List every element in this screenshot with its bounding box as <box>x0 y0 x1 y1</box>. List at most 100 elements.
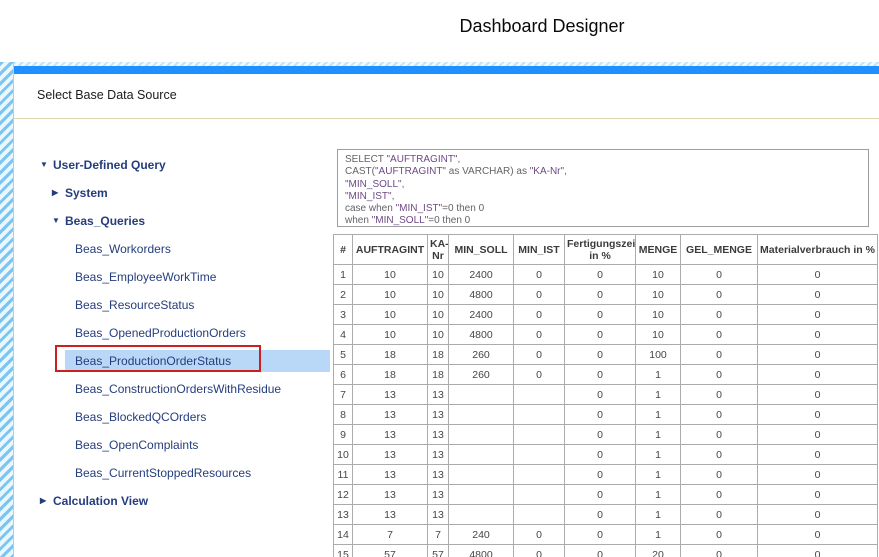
table-cell: 0 <box>514 365 565 385</box>
table-row: 110102400001000 <box>334 265 878 285</box>
sql-line: "MIN_IST", <box>345 191 861 203</box>
table-cell: 0 <box>758 405 878 425</box>
table-cell: 0 <box>565 305 636 325</box>
tree-item-beas-currentstoppedresources[interactable]: Beas_CurrentStoppedResources <box>36 459 336 487</box>
table-cell: 0 <box>681 505 758 525</box>
table-cell: 0 <box>758 265 878 285</box>
table-cell: 15 <box>334 545 353 557</box>
table-row: 6181826000100 <box>334 365 878 385</box>
table-cell: 13 <box>428 425 449 445</box>
table-cell: 57 <box>353 545 428 557</box>
chevron-down-icon[interactable]: ▼ <box>52 217 65 225</box>
table-cell: 0 <box>758 485 878 505</box>
table-cell: 13 <box>353 385 428 405</box>
page-title: Dashboard Designer <box>205 16 879 37</box>
tree-item-beas-productionorderstatus[interactable]: Beas_ProductionOrderStatus <box>36 347 336 375</box>
column-header-ka-nr: KA-Nr <box>428 235 449 265</box>
panel-heading: Select Base Data Source <box>37 88 177 102</box>
table-cell: 0 <box>758 345 878 365</box>
tree-item-system[interactable]: ▶System <box>36 179 336 207</box>
table-cell: 7 <box>428 525 449 545</box>
table-cell: 10 <box>353 325 428 345</box>
table-cell: 8 <box>334 405 353 425</box>
table-cell: 0 <box>681 445 758 465</box>
column-header-min-soll: MIN_SOLL <box>449 235 514 265</box>
table-cell: 13 <box>428 465 449 485</box>
table-cell: 13 <box>353 485 428 505</box>
column-header-min-ist: MIN_IST <box>514 235 565 265</box>
table-cell: 13 <box>353 445 428 465</box>
table-cell: 0 <box>681 265 758 285</box>
table-row: 518182600010000 <box>334 345 878 365</box>
table-cell: 0 <box>514 545 565 557</box>
table-cell: 0 <box>514 525 565 545</box>
tree-item-beas-resourcestatus[interactable]: Beas_ResourceStatus <box>36 291 336 319</box>
table-cell: 1 <box>636 445 681 465</box>
table-cell <box>514 505 565 525</box>
table-cell: 0 <box>681 425 758 445</box>
table-cell: 4800 <box>449 285 514 305</box>
sql-line: SELECT "AUFTRAGINT", <box>345 154 861 166</box>
tree-item-label: Beas_ConstructionOrdersWithResidue <box>75 382 281 396</box>
sql-line: CAST("AUFTRAGINT" as VARCHAR) as "KA-Nr"… <box>345 166 861 178</box>
sql-line: when "MIN_SOLL"=0 then 0 <box>345 215 861 227</box>
table-cell: 10 <box>353 305 428 325</box>
table-cell: 2400 <box>449 305 514 325</box>
tree-item-beas-openedproductionorders[interactable]: Beas_OpenedProductionOrders <box>36 319 336 347</box>
table-cell: 0 <box>565 365 636 385</box>
table-cell: 18 <box>353 345 428 365</box>
table-cell: 13 <box>428 445 449 465</box>
tree-item-beas-queries[interactable]: ▼Beas_Queries <box>36 207 336 235</box>
table-cell: 0 <box>758 445 878 465</box>
table-cell: 4 <box>334 325 353 345</box>
table-cell <box>449 405 514 425</box>
table-row: 913130100 <box>334 425 878 445</box>
table-cell: 1 <box>636 465 681 485</box>
tree-item-beas-employeeworktime[interactable]: Beas_EmployeeWorkTime <box>36 263 336 291</box>
table-cell <box>514 425 565 445</box>
table-cell <box>449 505 514 525</box>
tree-item-label: Beas_CurrentStoppedResources <box>75 466 251 480</box>
tree-item-beas-workorders[interactable]: Beas_Workorders <box>36 235 336 263</box>
tree-item-beas-constructionorderswithresidue[interactable]: Beas_ConstructionOrdersWithResidue <box>36 375 336 403</box>
table-cell <box>514 465 565 485</box>
chevron-right-icon[interactable]: ▶ <box>40 497 53 505</box>
table-cell: 0 <box>681 365 758 385</box>
table-cell: 0 <box>758 425 878 445</box>
table-cell: 10 <box>353 265 428 285</box>
table-cell: 13 <box>353 505 428 525</box>
table-cell: 13 <box>428 505 449 525</box>
tree-item-label: Calculation View <box>53 494 148 508</box>
table-cell: 240 <box>449 525 514 545</box>
tree-item-beas-opencomplaints[interactable]: Beas_OpenComplaints <box>36 431 336 459</box>
table-cell: 0 <box>565 545 636 557</box>
sql-preview[interactable]: SELECT "AUFTRAGINT",CAST("AUFTRAGINT" as… <box>337 149 869 227</box>
table-cell: 0 <box>681 465 758 485</box>
table-cell: 0 <box>565 425 636 445</box>
table-cell: 0 <box>514 265 565 285</box>
tree-item-calculation-view[interactable]: ▶Calculation View <box>36 487 336 515</box>
table-cell: 4800 <box>449 545 514 557</box>
table-cell: 0 <box>681 345 758 365</box>
table-cell: 2400 <box>449 265 514 285</box>
table-cell: 0 <box>514 305 565 325</box>
table-cell: 10 <box>636 305 681 325</box>
data-preview-table: #AUFTRAGINTKA-NrMIN_SOLLMIN_ISTFertigung… <box>333 234 878 557</box>
chevron-down-icon[interactable]: ▼ <box>40 161 53 169</box>
tree-item-label: Beas_BlockedQCOrders <box>75 410 206 424</box>
data-preview-table-wrap: #AUFTRAGINTKA-NrMIN_SOLLMIN_ISTFertigung… <box>333 234 879 557</box>
table-cell <box>449 445 514 465</box>
table-cell: 0 <box>758 505 878 525</box>
table-cell: 0 <box>681 285 758 305</box>
table-cell: 13 <box>428 385 449 405</box>
column-header-auftragint: AUFTRAGINT <box>353 235 428 265</box>
table-cell: 9 <box>334 425 353 445</box>
tree-item-beas-blockedqcorders[interactable]: Beas_BlockedQCOrders <box>36 403 336 431</box>
table-row: 1013130100 <box>334 445 878 465</box>
tree-item-user-defined-query[interactable]: ▼User-Defined Query <box>36 151 336 179</box>
table-cell: 0 <box>514 325 565 345</box>
table-cell: 0 <box>681 305 758 325</box>
chevron-right-icon[interactable]: ▶ <box>52 189 65 197</box>
tree-item-label: User-Defined Query <box>53 158 166 172</box>
table-cell: 11 <box>334 465 353 485</box>
